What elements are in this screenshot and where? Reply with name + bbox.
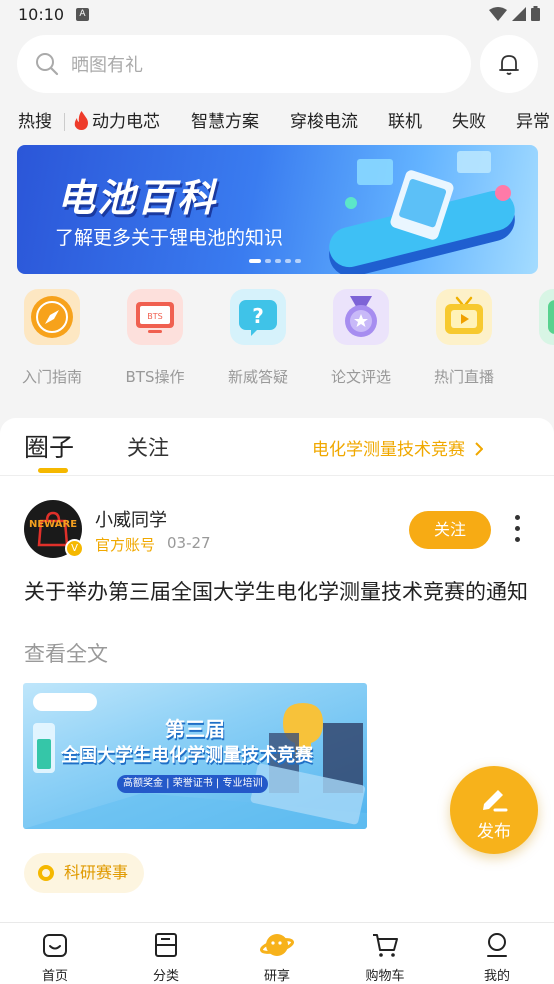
publish-button[interactable]: 发布	[450, 766, 538, 854]
category-icon	[155, 933, 177, 957]
promo-banner[interactable]: 电池百科 了解更多关于锂电池的知识	[17, 145, 538, 274]
hot-search-item[interactable]: 失败	[452, 107, 486, 132]
contest-link-label: 电化学测量技术竞赛	[312, 440, 465, 460]
medal-icon	[333, 289, 389, 345]
more-icon	[539, 289, 554, 345]
hot-search-item[interactable]: 异常	[516, 107, 550, 132]
cart-icon	[373, 934, 398, 957]
contest-link[interactable]: 电化学测量技术竞赛	[312, 435, 484, 460]
publish-label: 发布	[477, 822, 511, 842]
home-icon	[43, 934, 67, 957]
dot	[514, 526, 520, 531]
bts-icon-text: BTS	[147, 312, 162, 321]
banner-title: 电池百科	[57, 176, 218, 220]
question-chat-icon: ?	[230, 289, 286, 345]
tag-dot-icon	[38, 865, 54, 881]
author-name[interactable]: 小威同学	[95, 506, 167, 532]
follow-button[interactable]: 关注	[409, 511, 491, 549]
more-options-button[interactable]	[512, 515, 522, 545]
bell-icon	[499, 55, 519, 75]
category-item-live[interactable]: 热门直播	[414, 285, 514, 387]
divider	[0, 475, 554, 476]
post-title[interactable]: 关于举办第三届全国大学生电化学测量技术竞赛的通知	[24, 578, 529, 607]
post-image-line2: 全国大学生电化学测量技术竞赛	[61, 745, 313, 766]
category-item-more[interactable]: 电	[517, 285, 554, 387]
read-more-link[interactable]: 查看全文	[24, 638, 108, 668]
category-item-bts[interactable]: BTS BTS操作	[105, 285, 205, 387]
post-date: 03-27	[167, 534, 211, 552]
svg-text:?: ?	[252, 304, 264, 328]
pagination-dot	[285, 259, 291, 263]
dot	[514, 515, 520, 520]
category-item-qa[interactable]: ? 新威答疑	[208, 285, 308, 387]
post-tag-label: 科研赛事	[64, 863, 129, 882]
category-label: BTS操作	[125, 368, 185, 386]
pagination-dot-active	[249, 259, 261, 263]
nav-profile[interactable]: 我的	[447, 923, 547, 984]
battery-icon	[531, 6, 540, 21]
nav-label: 分类	[152, 969, 179, 984]
notification-button[interactable]	[480, 35, 538, 93]
verified-badge: V	[65, 539, 84, 558]
compass-icon	[24, 289, 80, 345]
pagination-dot	[295, 259, 301, 263]
status-bar: 10:10 A	[0, 0, 554, 30]
chevron-right-icon	[475, 442, 484, 456]
pagination-dot	[265, 259, 271, 263]
tab-circle[interactable]: 圈子	[24, 428, 74, 464]
banner-subtitle: 了解更多关于锂电池的知识	[55, 227, 284, 249]
search-icon	[36, 53, 59, 76]
hot-search-item[interactable]: 智慧方案	[191, 107, 259, 132]
category-label: 新威答疑	[227, 368, 288, 386]
pen-icon	[483, 790, 508, 812]
nav-category[interactable]: 分类	[116, 923, 216, 984]
category-label: 论文评选	[330, 368, 391, 386]
divider	[64, 113, 65, 131]
search-placeholder: 晒图有礼	[71, 55, 143, 76]
feed-panel: 圈子 关注 电化学测量技术竞赛 NEWARE V 小威同学 官方账号 03-27…	[0, 418, 554, 924]
search-bar[interactable]: 晒图有礼	[17, 35, 471, 93]
category-label: 入门指南	[21, 368, 82, 386]
nav-label: 研享	[263, 969, 290, 984]
category-item-paper[interactable]: 论文评选	[311, 285, 411, 387]
battery-illustration	[329, 151, 515, 274]
system-icons	[489, 6, 540, 21]
nav-label: 首页	[41, 969, 68, 984]
nav-yanxiang[interactable]: 研享	[227, 923, 327, 984]
nav-cart[interactable]: 购物车	[335, 923, 435, 984]
dot	[514, 537, 520, 542]
banner-pagination	[249, 259, 301, 263]
hot-search-item[interactable]: 穿梭电流	[290, 107, 358, 132]
wifi-icon	[489, 6, 507, 21]
signal-icon	[512, 6, 526, 21]
bts-screen-icon: BTS	[127, 289, 183, 345]
hot-search-label: 热搜	[18, 112, 52, 132]
pagination-dot	[275, 259, 281, 263]
profile-icon	[487, 933, 507, 957]
avatar-logo-text: NEWARE	[28, 519, 78, 530]
category-item-guide[interactable]: 入门指南	[2, 285, 102, 387]
hot-search-bar: 热搜 动力电芯 智慧方案 穿梭电流 联机 失败 异常	[0, 105, 554, 135]
active-tab-indicator	[38, 468, 68, 473]
official-account-label: 官方账号	[95, 536, 156, 554]
tv-play-icon	[436, 289, 492, 345]
post-image-line3: 高额奖金 | 荣誉证书 | 专业培训	[117, 775, 269, 793]
nav-label: 购物车	[365, 969, 405, 984]
status-time: 10:10	[18, 5, 65, 24]
post-tag[interactable]: 科研赛事	[24, 853, 145, 893]
post-image[interactable]: 第三届 全国大学生电化学测量技术竞赛 高额奖金 | 荣誉证书 | 专业培训	[23, 683, 367, 829]
post-image-line1: 第三届	[165, 717, 225, 741]
planet-icon	[260, 934, 294, 956]
category-row: 入门指南 BTS BTS操作 ? 新威答疑 论文评选 热门直播 电	[0, 285, 554, 395]
bottom-nav: 首页 分类 研享 购物车 我的	[0, 922, 554, 984]
category-label: 热门直播	[433, 368, 494, 386]
category-label: 电	[517, 366, 554, 387]
hot-search-item[interactable]: 联机	[388, 107, 422, 132]
notification-a-icon: A	[76, 8, 89, 21]
tab-follow[interactable]: 关注	[127, 432, 169, 462]
nav-home[interactable]: 首页	[5, 923, 105, 984]
hot-search-item[interactable]: 动力电芯	[92, 107, 160, 132]
nav-label: 我的	[483, 969, 510, 984]
fire-icon	[74, 111, 88, 130]
